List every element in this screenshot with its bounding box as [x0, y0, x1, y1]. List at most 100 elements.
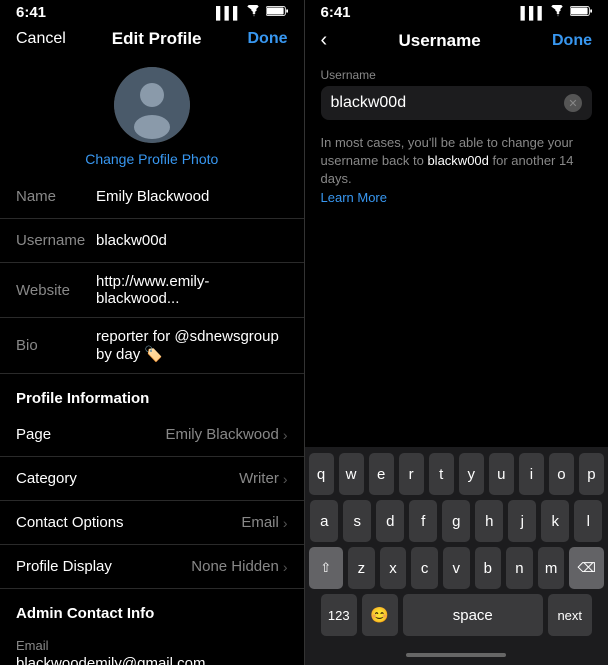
category-value: Writer	[239, 470, 279, 487]
battery-icon	[266, 5, 288, 20]
username-field-label: Username	[321, 68, 593, 82]
key-q[interactable]: q	[309, 453, 334, 495]
website-value: http://www.emily-blackwood...	[96, 273, 288, 307]
page-value: Emily Blackwood	[165, 426, 278, 443]
avatar[interactable]	[114, 67, 190, 143]
category-label: Category	[16, 470, 239, 487]
bio-value: reporter for @sdnewsgroup by day 🏷️	[96, 328, 288, 363]
profile-fields: Name Emily Blackwood Username blackw00d …	[0, 175, 304, 665]
category-nav-row[interactable]: Category Writer ›	[0, 457, 304, 501]
signal-icon: ▌▌▌	[216, 6, 242, 20]
home-indicator	[406, 653, 506, 657]
contact-options-value: Email	[241, 514, 279, 531]
profile-display-nav-row[interactable]: Profile Display None Hidden ›	[0, 545, 304, 589]
key-x[interactable]: x	[380, 547, 407, 589]
key-h[interactable]: h	[475, 500, 503, 542]
website-label: Website	[16, 282, 96, 299]
status-icons-left: ▌▌▌	[216, 5, 288, 20]
page-nav-row[interactable]: Page Emily Blackwood ›	[0, 413, 304, 457]
back-button[interactable]: ‹	[321, 29, 328, 52]
key-y[interactable]: y	[459, 453, 484, 495]
key-d[interactable]: d	[376, 500, 404, 542]
status-bar-left: 6:41 ▌▌▌	[0, 0, 304, 23]
time-left: 6:41	[16, 4, 46, 21]
admin-email-label: Email	[16, 638, 288, 653]
next-key[interactable]: next	[548, 594, 592, 636]
key-p[interactable]: p	[579, 453, 604, 495]
key-k[interactable]: k	[541, 500, 569, 542]
name-field-row: Name Emily Blackwood	[0, 175, 304, 219]
key-l[interactable]: l	[574, 500, 602, 542]
bio-field-row: Bio reporter for @sdnewsgroup by day 🏷️	[0, 318, 304, 374]
keyboard-row-4: 123 😊 space next	[309, 594, 605, 636]
chevron-icon: ›	[283, 559, 288, 575]
key-g[interactable]: g	[442, 500, 470, 542]
key-r[interactable]: r	[399, 453, 424, 495]
admin-email-value: blackwoodemily@gmail.com	[16, 655, 288, 665]
contact-options-label: Contact Options	[16, 514, 241, 531]
name-label: Name	[16, 188, 96, 205]
battery-icon	[570, 5, 592, 20]
key-w[interactable]: w	[339, 453, 364, 495]
delete-key[interactable]: ⌫	[569, 547, 604, 589]
profile-display-label: Profile Display	[16, 558, 191, 575]
key-b[interactable]: b	[475, 547, 502, 589]
wifi-icon	[550, 5, 566, 20]
emoji-key[interactable]: 😊	[362, 594, 398, 636]
username-page-title: Username	[398, 31, 480, 51]
key-e[interactable]: e	[369, 453, 394, 495]
username-info-text: In most cases, you'll be able to change …	[305, 124, 608, 217]
clear-input-button[interactable]: ✕	[564, 94, 582, 112]
left-panel: 6:41 ▌▌▌ Cancel Edit Profile Done Change…	[0, 0, 304, 665]
cancel-button[interactable]: Cancel	[16, 30, 66, 48]
contact-options-nav-row[interactable]: Contact Options Email ›	[0, 501, 304, 545]
wifi-icon	[246, 5, 262, 20]
change-photo-button[interactable]: Change Profile Photo	[85, 151, 218, 167]
done-button-left[interactable]: Done	[247, 30, 287, 48]
username-label: Username	[16, 232, 96, 249]
status-bar-right: 6:41 ▌▌▌	[305, 0, 608, 23]
username-input[interactable]	[331, 94, 565, 112]
key-a[interactable]: a	[310, 500, 338, 542]
profile-photo-section: Change Profile Photo	[0, 57, 304, 175]
bio-label: Bio	[16, 337, 96, 354]
numbers-key[interactable]: 123	[321, 594, 357, 636]
admin-email-row: Email blackwoodemily@gmail.com	[0, 628, 304, 665]
time-right: 6:41	[321, 4, 351, 21]
page-label: Page	[16, 426, 165, 443]
keyboard-row-1: q w e r t y u i o p	[309, 453, 605, 495]
key-f[interactable]: f	[409, 500, 437, 542]
left-top-nav: Cancel Edit Profile Done	[0, 23, 304, 57]
key-m[interactable]: m	[538, 547, 565, 589]
keyboard-row-3: ⇧ z x c v b n m ⌫	[309, 547, 605, 589]
chevron-icon: ›	[283, 471, 288, 487]
shift-key[interactable]: ⇧	[309, 547, 344, 589]
key-t[interactable]: t	[429, 453, 454, 495]
key-n[interactable]: n	[506, 547, 533, 589]
chevron-icon: ›	[283, 427, 288, 443]
chevron-icon: ›	[283, 515, 288, 531]
keyboard-row-2: a s d f g h j k l	[309, 500, 605, 542]
username-section: Username ✕	[305, 60, 608, 124]
space-key[interactable]: space	[403, 594, 543, 636]
username-value: blackw00d	[96, 232, 288, 249]
profile-display-value: None Hidden	[191, 558, 279, 575]
key-v[interactable]: v	[443, 547, 470, 589]
username-field-row: Username blackw00d	[0, 219, 304, 263]
learn-more-link[interactable]: Learn More	[321, 190, 387, 205]
key-o[interactable]: o	[549, 453, 574, 495]
key-u[interactable]: u	[489, 453, 514, 495]
key-s[interactable]: s	[343, 500, 371, 542]
key-c[interactable]: c	[411, 547, 438, 589]
key-i[interactable]: i	[519, 453, 544, 495]
website-field-row: Website http://www.emily-blackwood...	[0, 263, 304, 318]
key-j[interactable]: j	[508, 500, 536, 542]
done-button-right[interactable]: Done	[552, 32, 592, 50]
right-panel: 6:41 ▌▌▌ ‹ Username Done Username ✕ In m…	[305, 0, 608, 665]
profile-info-header: Profile Information	[0, 374, 304, 413]
username-input-row: ✕	[321, 86, 593, 120]
admin-contact-header: Admin Contact Info	[0, 589, 304, 628]
key-z[interactable]: z	[348, 547, 375, 589]
name-value: Emily Blackwood	[96, 188, 288, 205]
keyboard: q w e r t y u i o p a s d f g h j k l ⇧ …	[305, 447, 608, 645]
